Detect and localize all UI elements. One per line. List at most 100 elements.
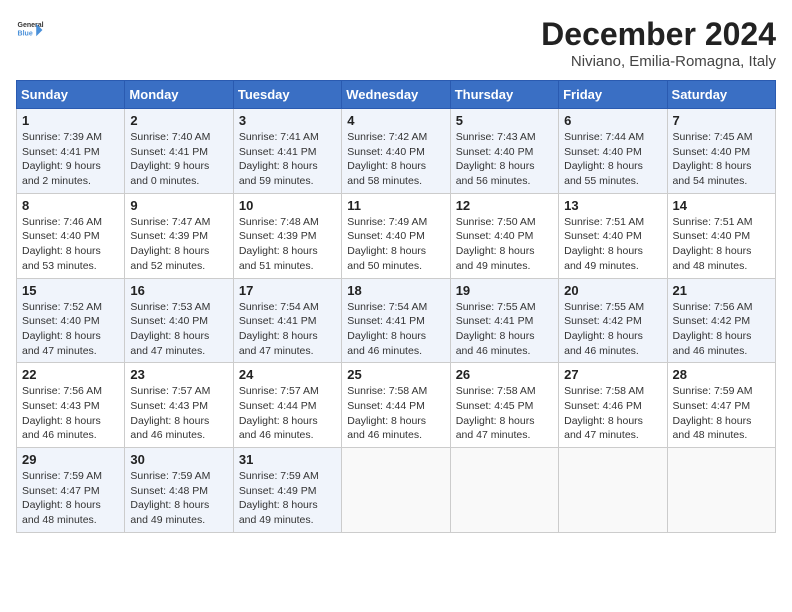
calendar-cell: 22 Sunrise: 7:56 AM Sunset: 4:43 PM Dayli…	[17, 363, 125, 448]
cell-info: Sunrise: 7:58 AM Sunset: 4:45 PM Dayligh…	[456, 384, 553, 443]
calendar-cell: 2 Sunrise: 7:40 AM Sunset: 4:41 PM Daylig…	[125, 109, 233, 194]
calendar-cell: 23 Sunrise: 7:57 AM Sunset: 4:43 PM Dayli…	[125, 363, 233, 448]
day-number: 18	[347, 283, 444, 298]
col-header-wednesday: Wednesday	[342, 81, 450, 109]
calendar-cell: 17 Sunrise: 7:54 AM Sunset: 4:41 PM Dayli…	[233, 278, 341, 363]
calendar-table: SundayMondayTuesdayWednesdayThursdayFrid…	[16, 80, 776, 533]
cell-info: Sunrise: 7:47 AM Sunset: 4:39 PM Dayligh…	[130, 215, 227, 274]
cell-info: Sunrise: 7:58 AM Sunset: 4:46 PM Dayligh…	[564, 384, 661, 443]
day-number: 28	[673, 367, 770, 382]
cell-info: Sunrise: 7:42 AM Sunset: 4:40 PM Dayligh…	[347, 130, 444, 189]
day-number: 4	[347, 113, 444, 128]
col-header-friday: Friday	[559, 81, 667, 109]
calendar-cell: 6 Sunrise: 7:44 AM Sunset: 4:40 PM Daylig…	[559, 109, 667, 194]
day-number: 17	[239, 283, 336, 298]
cell-info: Sunrise: 7:54 AM Sunset: 4:41 PM Dayligh…	[239, 300, 336, 359]
week-row-5: 29Sunrise: 7:59 AM Sunset: 4:47 PM Dayli…	[17, 448, 776, 533]
calendar-cell: 27 Sunrise: 7:58 AM Sunset: 4:46 PM Dayli…	[559, 363, 667, 448]
calendar-cell	[559, 448, 667, 533]
cell-info: Sunrise: 7:55 AM Sunset: 4:42 PM Dayligh…	[564, 300, 661, 359]
col-header-monday: Monday	[125, 81, 233, 109]
cell-info: Sunrise: 7:53 AM Sunset: 4:40 PM Dayligh…	[130, 300, 227, 359]
day-number: 5	[456, 113, 553, 128]
calendar-cell	[342, 448, 450, 533]
col-header-tuesday: Tuesday	[233, 81, 341, 109]
day-number: 20	[564, 283, 661, 298]
day-number: 19	[456, 283, 553, 298]
title-area: December 2024 Niviano, Emilia-Romagna, I…	[541, 16, 776, 70]
calendar-cell	[667, 448, 775, 533]
day-number: 10	[239, 198, 336, 213]
cell-info: Sunrise: 7:40 AM Sunset: 4:41 PM Dayligh…	[130, 130, 227, 189]
cell-info: Sunrise: 7:50 AM Sunset: 4:40 PM Dayligh…	[456, 215, 553, 274]
calendar-cell: 4 Sunrise: 7:42 AM Sunset: 4:40 PM Daylig…	[342, 109, 450, 194]
calendar-cell: 5 Sunrise: 7:43 AM Sunset: 4:40 PM Daylig…	[450, 109, 558, 194]
cell-info: Sunrise: 7:52 AM Sunset: 4:40 PM Dayligh…	[22, 300, 119, 359]
calendar-cell: 8 Sunrise: 7:46 AM Sunset: 4:40 PM Daylig…	[17, 193, 125, 278]
day-number: 6	[564, 113, 661, 128]
cell-info: Sunrise: 7:48 AM Sunset: 4:39 PM Dayligh…	[239, 215, 336, 274]
day-number: 7	[673, 113, 770, 128]
calendar-cell: 30Sunrise: 7:59 AM Sunset: 4:48 PM Dayli…	[125, 448, 233, 533]
col-header-thursday: Thursday	[450, 81, 558, 109]
calendar-cell: 1 Sunrise: 7:39 AM Sunset: 4:41 PM Daylig…	[17, 109, 125, 194]
calendar-cell: 7 Sunrise: 7:45 AM Sunset: 4:40 PM Daylig…	[667, 109, 775, 194]
cell-info: Sunrise: 7:51 AM Sunset: 4:40 PM Dayligh…	[564, 215, 661, 274]
cell-info: Sunrise: 7:49 AM Sunset: 4:40 PM Dayligh…	[347, 215, 444, 274]
calendar-cell: 18 Sunrise: 7:54 AM Sunset: 4:41 PM Dayli…	[342, 278, 450, 363]
day-number: 2	[130, 113, 227, 128]
header-row: SundayMondayTuesdayWednesdayThursdayFrid…	[17, 81, 776, 109]
cell-info: Sunrise: 7:56 AM Sunset: 4:42 PM Dayligh…	[673, 300, 770, 359]
day-number: 25	[347, 367, 444, 382]
calendar-cell: 10 Sunrise: 7:48 AM Sunset: 4:39 PM Dayli…	[233, 193, 341, 278]
cell-info: Sunrise: 7:45 AM Sunset: 4:40 PM Dayligh…	[673, 130, 770, 189]
calendar-cell: 21 Sunrise: 7:56 AM Sunset: 4:42 PM Dayli…	[667, 278, 775, 363]
day-number: 31	[239, 452, 336, 467]
calendar-cell: 20 Sunrise: 7:55 AM Sunset: 4:42 PM Dayli…	[559, 278, 667, 363]
cell-info: Sunrise: 7:56 AM Sunset: 4:43 PM Dayligh…	[22, 384, 119, 443]
cell-info: Sunrise: 7:59 AM Sunset: 4:47 PM Dayligh…	[22, 469, 119, 528]
cell-info: Sunrise: 7:57 AM Sunset: 4:44 PM Dayligh…	[239, 384, 336, 443]
day-number: 9	[130, 198, 227, 213]
calendar-cell	[450, 448, 558, 533]
day-number: 24	[239, 367, 336, 382]
cell-info: Sunrise: 7:44 AM Sunset: 4:40 PM Dayligh…	[564, 130, 661, 189]
logo: GeneralBlue	[16, 16, 44, 44]
cell-info: Sunrise: 7:43 AM Sunset: 4:40 PM Dayligh…	[456, 130, 553, 189]
day-number: 21	[673, 283, 770, 298]
day-number: 15	[22, 283, 119, 298]
day-number: 13	[564, 198, 661, 213]
cell-info: Sunrise: 7:41 AM Sunset: 4:41 PM Dayligh…	[239, 130, 336, 189]
cell-info: Sunrise: 7:57 AM Sunset: 4:43 PM Dayligh…	[130, 384, 227, 443]
cell-info: Sunrise: 7:39 AM Sunset: 4:41 PM Dayligh…	[22, 130, 119, 189]
day-number: 8	[22, 198, 119, 213]
calendar-cell: 11Sunrise: 7:49 AM Sunset: 4:40 PM Dayli…	[342, 193, 450, 278]
cell-info: Sunrise: 7:55 AM Sunset: 4:41 PM Dayligh…	[456, 300, 553, 359]
calendar-cell: 28Sunrise: 7:59 AM Sunset: 4:47 PM Dayli…	[667, 363, 775, 448]
col-header-sunday: Sunday	[17, 81, 125, 109]
day-number: 22	[22, 367, 119, 382]
cell-info: Sunrise: 7:54 AM Sunset: 4:41 PM Dayligh…	[347, 300, 444, 359]
week-row-3: 15 Sunrise: 7:52 AM Sunset: 4:40 PM Dayli…	[17, 278, 776, 363]
calendar-cell: 24 Sunrise: 7:57 AM Sunset: 4:44 PM Dayli…	[233, 363, 341, 448]
logo-icon: GeneralBlue	[16, 16, 44, 44]
day-number: 1	[22, 113, 119, 128]
day-number: 23	[130, 367, 227, 382]
month-title: December 2024	[541, 16, 776, 53]
calendar-cell: 13 Sunrise: 7:51 AM Sunset: 4:40 PM Dayli…	[559, 193, 667, 278]
day-number: 16	[130, 283, 227, 298]
week-row-1: 1 Sunrise: 7:39 AM Sunset: 4:41 PM Daylig…	[17, 109, 776, 194]
day-number: 30	[130, 452, 227, 467]
calendar-cell: 15 Sunrise: 7:52 AM Sunset: 4:40 PM Dayli…	[17, 278, 125, 363]
calendar-cell: 12Sunrise: 7:50 AM Sunset: 4:40 PM Dayli…	[450, 193, 558, 278]
svg-text:Blue: Blue	[18, 30, 33, 37]
cell-info: Sunrise: 7:58 AM Sunset: 4:44 PM Dayligh…	[347, 384, 444, 443]
cell-info: Sunrise: 7:59 AM Sunset: 4:49 PM Dayligh…	[239, 469, 336, 528]
col-header-saturday: Saturday	[667, 81, 775, 109]
day-number: 27	[564, 367, 661, 382]
cell-info: Sunrise: 7:46 AM Sunset: 4:40 PM Dayligh…	[22, 215, 119, 274]
week-row-4: 22 Sunrise: 7:56 AM Sunset: 4:43 PM Dayli…	[17, 363, 776, 448]
calendar-cell: 19 Sunrise: 7:55 AM Sunset: 4:41 PM Dayli…	[450, 278, 558, 363]
calendar-cell: 29Sunrise: 7:59 AM Sunset: 4:47 PM Dayli…	[17, 448, 125, 533]
calendar-cell: 25 Sunrise: 7:58 AM Sunset: 4:44 PM Dayli…	[342, 363, 450, 448]
